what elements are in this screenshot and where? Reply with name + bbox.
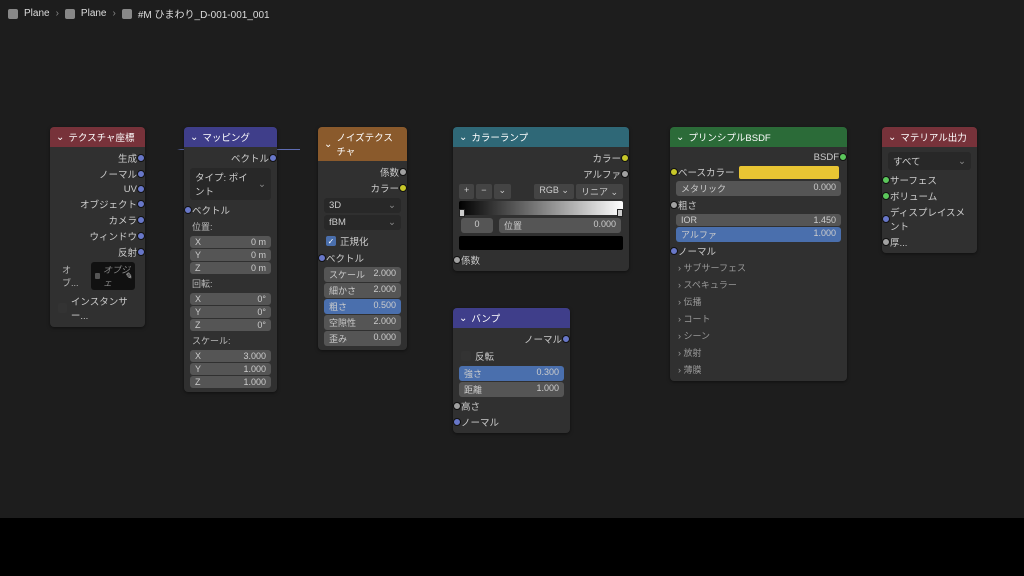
base-color-label: ベースカラー <box>678 165 735 179</box>
ramp-gradient[interactable] <box>459 201 623 215</box>
out-color: カラー <box>370 181 399 195</box>
in-roughness: 粗さ <box>678 198 697 212</box>
node-header[interactable]: バンプ <box>453 308 570 328</box>
out-alpha: アルファ <box>583 167 621 181</box>
out-window: ウィンドウ <box>89 229 137 243</box>
stop-index[interactable]: 0 <box>461 218 493 233</box>
sec-emission[interactable]: 放射 <box>674 344 843 361</box>
scl-y[interactable]: Y1.000 <box>190 363 271 375</box>
in-normal: ノーマル <box>461 415 499 429</box>
dim-dropdown[interactable]: 3D <box>324 198 401 213</box>
rot-z[interactable]: Z0° <box>190 319 271 331</box>
scl-x[interactable]: X3.000 <box>190 350 271 362</box>
node-color-ramp[interactable]: カラーランプ カラー アルファ + − ⌄ RGB ⌄ リニア ⌄ 0 位置0.… <box>453 127 629 271</box>
normalize-check[interactable]: ✓正規化 <box>322 232 403 250</box>
node-mapping[interactable]: マッピング ベクトル タイプ: ポイント ベクトル 位置: X0 m Y0 m … <box>184 127 277 392</box>
out-bsdf: BSDF <box>814 152 839 163</box>
sec-sheen[interactable]: シーン <box>674 327 843 344</box>
node-header[interactable]: カラーランプ <box>453 127 629 147</box>
scale-label: スケール: <box>188 332 273 349</box>
location-label: 位置: <box>188 218 273 235</box>
rotation-label: 回転: <box>188 275 273 292</box>
out-uv: UV <box>124 184 137 195</box>
node-canvas[interactable]: テクスチャ座標 生成 ノーマル UV オブジェクト カメラ ウィンドウ 反射 オ… <box>0 0 1024 576</box>
invert-check[interactable]: 反転 <box>457 347 566 365</box>
target-dropdown[interactable]: すべて <box>888 152 971 170</box>
color-swatch[interactable] <box>459 236 623 250</box>
out-normal: ノーマル <box>524 332 562 346</box>
mode-dropdown[interactable]: RGB ⌄ <box>534 184 574 199</box>
rot-x[interactable]: X0° <box>190 293 271 305</box>
node-principled-bsdf[interactable]: プリンシプルBSDF BSDF ベースカラー メタリック0.000 粗さ IOR… <box>670 127 847 381</box>
node-header[interactable]: プリンシプルBSDF <box>670 127 847 147</box>
sec-coat[interactable]: コート <box>674 310 843 327</box>
footer-bar <box>0 518 1024 576</box>
in-volume: ボリューム <box>890 189 937 203</box>
in-displacement: ディスプレイスメント <box>890 205 969 233</box>
sec-thinfilm[interactable]: 薄膜 <box>674 361 843 378</box>
in-fac: 係数 <box>461 253 480 267</box>
distance-field[interactable]: 距離1.000 <box>459 382 564 397</box>
in-surface: サーフェス <box>890 173 937 187</box>
loc-x[interactable]: X0 m <box>190 236 271 248</box>
out-normal: ノーマル <box>99 167 137 181</box>
mode-dropdown[interactable]: fBM <box>324 215 401 230</box>
in-thickness: 厚... <box>890 235 907 249</box>
node-header[interactable]: マッピング <box>184 127 277 147</box>
out-vector: ベクトル <box>231 151 269 165</box>
object-label: オブ... <box>58 261 86 291</box>
roughness-field[interactable]: 粗さ0.500 <box>324 299 401 314</box>
type-dropdown[interactable]: タイプ: ポイント <box>190 168 271 200</box>
out-generated: 生成 <box>118 151 137 165</box>
sec-transmission[interactable]: 伝播 <box>674 293 843 310</box>
metallic-field[interactable]: メタリック0.000 <box>676 181 841 196</box>
in-vector: ベクトル <box>326 251 364 265</box>
position-field[interactable]: 位置0.000 <box>499 218 621 233</box>
node-bump[interactable]: バンプ ノーマル 反転 強さ0.300 距離1.000 高さ ノーマル <box>453 308 570 433</box>
alpha-field[interactable]: アルファ1.000 <box>676 227 841 242</box>
in-normal: ノーマル <box>678 244 716 258</box>
node-material-output[interactable]: マテリアル出力 すべて サーフェス ボリューム ディスプレイスメント 厚... <box>882 127 977 253</box>
detail-field[interactable]: 細かさ2.000 <box>324 283 401 298</box>
node-header[interactable]: ノイズテクスチャ <box>318 127 407 161</box>
distortion-field[interactable]: 歪み0.000 <box>324 331 401 346</box>
scale-field[interactable]: スケール2.000 <box>324 267 401 282</box>
ior-field[interactable]: IOR1.450 <box>676 214 841 226</box>
ramp-menu-button[interactable]: ⌄ <box>494 184 512 199</box>
out-object: オブジェクト <box>80 197 137 211</box>
strength-field[interactable]: 強さ0.300 <box>459 366 564 381</box>
rot-y[interactable]: Y0° <box>190 306 271 318</box>
in-height: 高さ <box>461 399 480 413</box>
node-header[interactable]: マテリアル出力 <box>882 127 977 147</box>
node-header[interactable]: テクスチャ座標 <box>50 127 145 147</box>
instancer-check[interactable]: インスタンサー... <box>54 292 141 324</box>
out-color: カラー <box>592 151 621 165</box>
loc-y[interactable]: Y0 m <box>190 249 271 261</box>
scl-z[interactable]: Z1.000 <box>190 376 271 388</box>
node-noise[interactable]: ノイズテクスチャ 係数 カラー 3D fBM ✓正規化 ベクトル スケール2.0… <box>318 127 407 350</box>
sec-subsurface[interactable]: サブサーフェス <box>674 259 843 276</box>
sec-specular[interactable]: スペキュラー <box>674 276 843 293</box>
interp-dropdown[interactable]: リニア ⌄ <box>576 184 623 199</box>
in-vector: ベクトル <box>192 203 230 217</box>
remove-stop-button[interactable]: − <box>476 184 491 199</box>
out-camera: カメラ <box>108 213 137 227</box>
object-field[interactable]: オブジェ✎ <box>91 262 135 290</box>
out-reflection: 反射 <box>118 245 137 259</box>
node-texcoord[interactable]: テクスチャ座標 生成 ノーマル UV オブジェクト カメラ ウィンドウ 反射 オ… <box>50 127 145 327</box>
add-stop-button[interactable]: + <box>459 184 474 199</box>
out-fac: 係数 <box>380 165 399 179</box>
lacunarity-field[interactable]: 空隙性2.000 <box>324 315 401 330</box>
loc-z[interactable]: Z0 m <box>190 262 271 274</box>
ramp-toolbar: + − ⌄ RGB ⌄ リニア ⌄ <box>459 184 623 199</box>
base-color-swatch[interactable] <box>739 166 839 179</box>
